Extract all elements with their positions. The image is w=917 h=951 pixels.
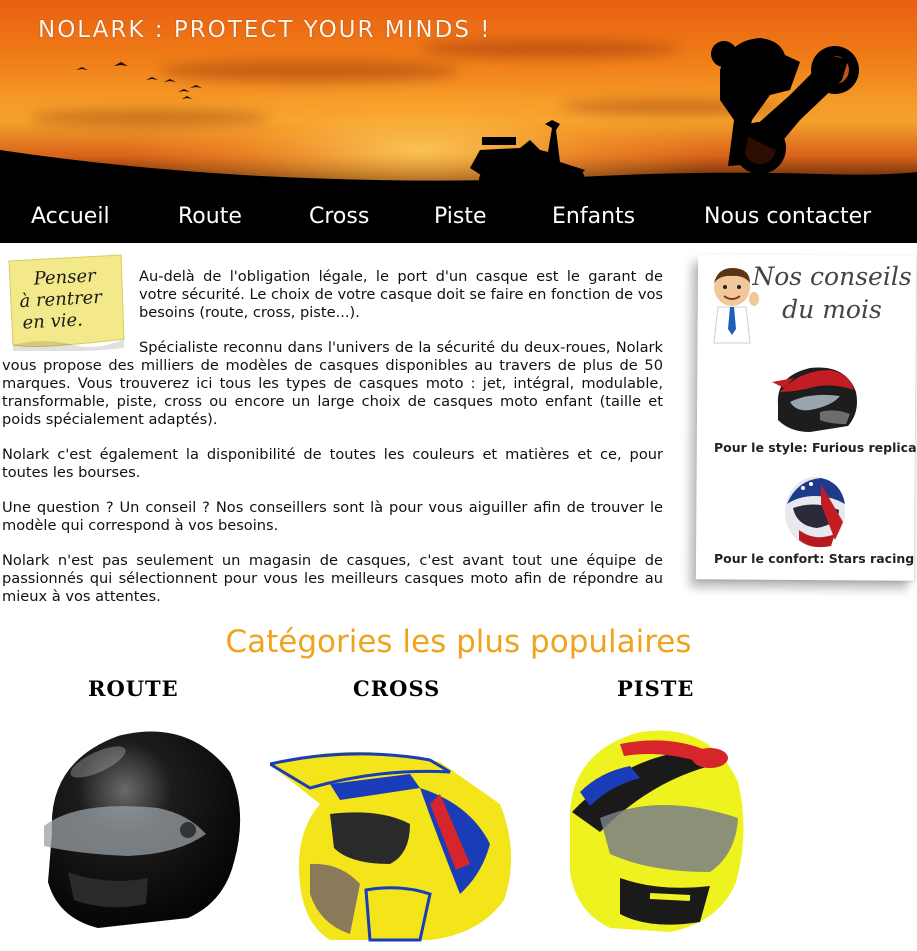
helmet-furious-replica-image[interactable] bbox=[770, 362, 862, 437]
piste-helmet-image[interactable] bbox=[560, 722, 750, 937]
category-label-cross[interactable]: Cross bbox=[353, 676, 440, 701]
intro-paragraph: Une question ? Un conseil ? Nos conseill… bbox=[2, 499, 663, 534]
intro-paragraph: Nolark n'est pas seulement un magasin de… bbox=[2, 552, 663, 605]
header-banner: Nolark : Protect your minds ! bbox=[0, 0, 917, 195]
category-label-route[interactable]: Route bbox=[88, 676, 179, 701]
intro-paragraph: Au-delà de l'obligation légale, le port … bbox=[139, 268, 663, 321]
nav-link-accueil[interactable]: Accueil bbox=[31, 204, 110, 229]
advice-caption-style[interactable]: Pour le style: Furious replica bbox=[714, 440, 917, 455]
nav-link-route[interactable]: Route bbox=[178, 204, 242, 229]
category-label-piste[interactable]: Piste bbox=[617, 676, 694, 701]
motorcyclist-icon bbox=[711, 38, 859, 174]
nav-link-contact[interactable]: Nous contacter bbox=[704, 204, 871, 229]
advice-caption-comfort[interactable]: Pour le confort: Stars racing bbox=[714, 551, 914, 566]
nav-link-piste[interactable]: Piste bbox=[434, 204, 487, 229]
helmet-stars-racing-image[interactable] bbox=[781, 474, 847, 550]
advice-title-line-1: Nos conseils bbox=[752, 262, 912, 291]
nav-link-enfants[interactable]: Enfants bbox=[552, 204, 635, 229]
intro-text: Au-delà de l'obligation légale, le port … bbox=[2, 268, 663, 623]
advice-title-line-2: du mois bbox=[782, 295, 882, 324]
scooter-icon bbox=[470, 120, 585, 192]
route-helmet-image[interactable] bbox=[38, 722, 248, 934]
birds-icon bbox=[76, 62, 202, 99]
advice-title: Nos conseils du mois bbox=[752, 260, 912, 326]
intro-paragraph: Nolark c'est également la disponibilité … bbox=[2, 446, 663, 481]
categories-heading: Catégories les plus populaires bbox=[225, 624, 692, 660]
site-title: Nolark : Protect your minds ! bbox=[38, 17, 492, 43]
cross-helmet-image[interactable] bbox=[270, 744, 520, 944]
main-nav: Accueil Route Cross Piste Enfants Nous c… bbox=[0, 195, 917, 243]
nav-link-cross[interactable]: Cross bbox=[309, 204, 369, 229]
intro-paragraph: Spécialiste reconnu dans l'univers de la… bbox=[2, 339, 663, 428]
